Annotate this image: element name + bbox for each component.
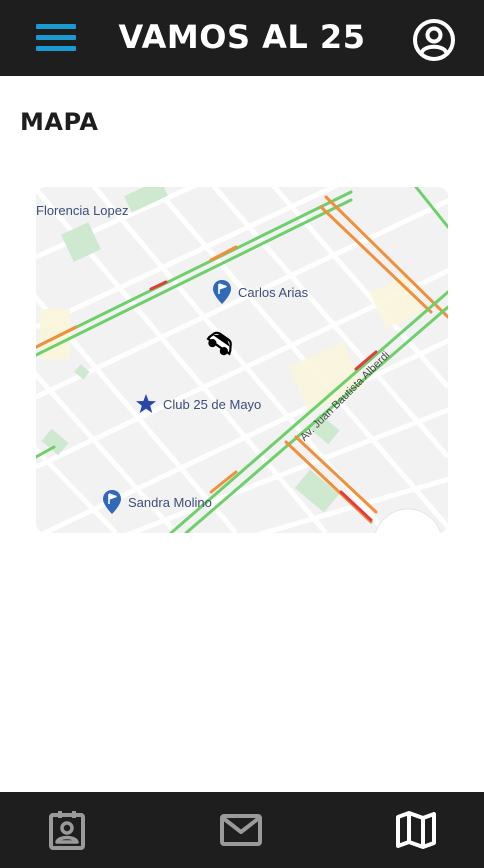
star-icon [136,394,156,413]
nav-mail-button[interactable] [219,808,263,852]
bottom-navigation [0,792,484,868]
app-screen: VAMOS AL 25 MAPA Florencia Lopez Av. Jua… [0,0,484,868]
map-view[interactable]: Florencia Lopez Av. Juan Bautista Alberd… [36,187,448,533]
poi-carlos-arias[interactable]: Carlos Arias [212,279,308,305]
poi-club-25-de-mayo[interactable]: Club 25 de Mayo [135,393,261,415]
user-circle-icon [413,19,455,61]
mail-icon [220,814,262,846]
top-app-bar: VAMOS AL 25 [0,0,484,76]
map-area-label: Florencia Lopez [36,203,129,218]
profile-button[interactable] [410,16,458,64]
poi-label: Club 25 de Mayo [163,396,262,412]
location-flag-pin-icon [213,280,231,304]
nav-contacts-button[interactable] [45,808,89,852]
location-flag-pin-icon [103,490,121,514]
poi-label: Sandra Molino [128,494,212,510]
poi-sandra-molino[interactable]: Sandra Molino [102,489,212,515]
section-title: MAPA [20,108,99,136]
poi-label: Carlos Arias [238,284,309,300]
nav-map-button[interactable] [394,808,438,852]
contact-card-icon [49,811,85,850]
car-icon [206,331,232,356]
map-icon [396,811,436,849]
